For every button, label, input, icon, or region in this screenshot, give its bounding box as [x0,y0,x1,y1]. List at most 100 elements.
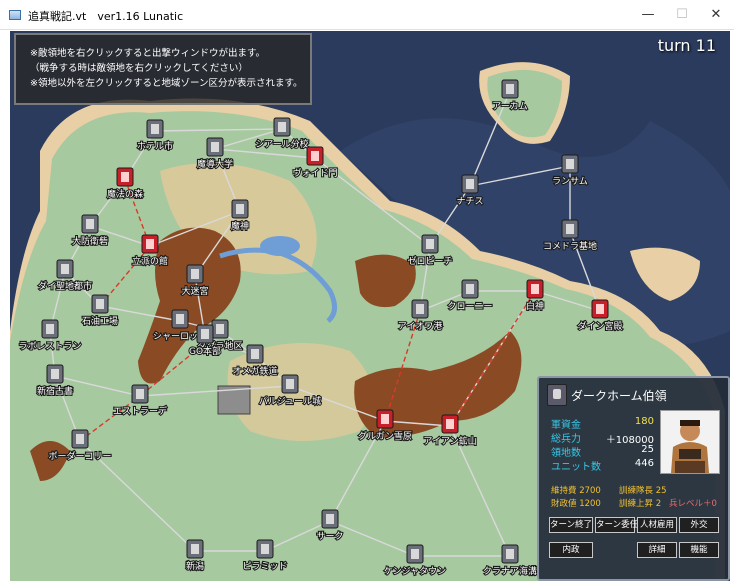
emblem-icon [76,434,84,444]
help-line-1: ※敵領地を右クリックすると出撃ウィンドウが出ます。 [30,48,266,59]
territory-label: 立派の館 [132,255,168,267]
emblem-icon [566,224,574,234]
emblem-icon [191,269,199,279]
emblem-icon [416,304,424,314]
territory-label: エストラーデ [113,405,167,417]
territory-label: コメドラ基地 [543,240,597,252]
territory-label: ピラミッド [242,561,287,572]
territory-label: 石油工場 [82,315,118,327]
territory-28[interactable]: 白神 [525,279,545,313]
minimize-button[interactable]: — [631,0,665,30]
stat-label-funds: 軍資金 [551,420,581,431]
territory-label: アーカム [492,101,527,112]
emblem-icon [201,329,209,339]
emblem-icon [236,204,244,214]
territory-label: ダイ聖地都市 [38,280,92,292]
territory-label: クローニー [447,301,492,312]
stat-label-territories: 領地数 [551,448,581,459]
domestic-button[interactable]: 内政 [549,542,593,558]
emblem-icon [466,284,474,294]
game-viewport[interactable]: ホテル市 シアール分校 魔法の森 魔導大学 大防衛砦 魔神 ヴォイド門 立派の館 ダイ聖地都市ラ… [10,31,730,581]
close-button[interactable]: ✕ [699,0,733,30]
emblem-icon [146,239,154,249]
emblem-icon [121,172,129,182]
diplomacy-button[interactable]: 外交 [679,517,719,533]
emblem-icon [326,514,334,524]
emblem-icon [411,549,419,559]
faction-flag-icon [547,384,567,406]
emblem-icon [151,124,159,134]
end-turn-button[interactable]: ターン終了 [549,517,593,533]
emblem-icon [51,369,59,379]
territory-label: 魔神 [231,220,249,232]
upkeep: 維持費 2700 [551,486,601,496]
emblem-icon [46,324,54,334]
emblem-icon [426,239,434,249]
territory-label: グルガン雪原 [358,430,412,442]
territory-label: GO本部 [189,345,221,357]
portrait-art [661,411,719,473]
faction-info-panel: ダークホーム伯領 軍資金 180 総兵力 ＋108000 領地数 25 ユニット… [537,376,730,581]
territory-label: ダイン宮殿 [577,320,622,332]
emblem-icon [216,324,224,334]
territory-label: ケンジャタウン [384,566,446,577]
emblem-icon [311,151,319,161]
territory-label: パルジュール城 [259,396,321,407]
territory-label: シアール分校 [255,138,308,150]
emblem-icon [136,389,144,399]
emblem-icon [96,299,104,309]
help-line-3: ※領地以外を左クリックすると地域ゾーン区分が表示されます。 [30,78,303,89]
emblem-icon [191,544,199,554]
territory-label: 新宿古書 [37,385,73,397]
territory-label: 魔導大学 [197,158,233,170]
emblem-icon [211,142,219,152]
hire-button[interactable]: 人材雇用 [637,517,677,533]
territory-label: 大迷宮 [181,285,208,297]
emblem-icon [596,304,604,314]
territory-label: アイオワ港 [398,320,443,332]
territory-label: 新潟 [186,560,204,572]
emblem-icon [261,544,269,554]
emblem-icon [446,419,454,429]
lake [260,236,300,256]
emblem-icon [176,314,184,324]
functions-button[interactable]: 機能 [679,542,719,558]
emblem-icon [251,349,259,359]
territory-label: ナチス [456,196,483,207]
territory-5[interactable]: 魔神 [230,199,250,233]
emblem-icon [381,414,389,424]
window-title: 追真戦記.vt ver1.16 Lunatic [28,10,184,23]
territory-label: オメガ鉄道 [232,365,277,377]
territory-label: ラボレストラン [18,341,81,352]
territory-label: 白神 [526,300,544,312]
stat-value-units: 446 [634,458,654,469]
faction-name: ダークホーム伯領 [571,389,667,403]
income: 財政値 1200 [551,499,601,509]
emblem-icon [61,264,69,274]
emblem-icon [506,549,514,559]
emblem-icon [278,122,286,132]
emblem-icon [86,219,94,229]
window-titlebar: 追真戦記.vt ver1.16 Lunatic — ☐ ✕ [0,0,734,30]
emblem-icon [466,179,474,189]
territory-label: 大防衛砦 [72,235,108,247]
territory-label: ボーダーコリー [48,450,111,462]
stat-value-territories: 25 [641,444,654,455]
territory-label: サーク [316,531,343,542]
lord-portrait [660,410,720,474]
territory-label: アイアン鉱山 [423,435,476,447]
delegate-turn-button[interactable]: ターン委任 [595,517,638,533]
maximize-button[interactable]: ☐ [665,0,699,30]
territory-31[interactable]: 新潟 [185,539,205,573]
emblem-icon [506,84,514,94]
territory-label: ゼロビーチ [407,255,452,267]
stat-label-troops: 総兵力 [551,434,581,445]
app-icon [9,10,21,20]
emblem-icon [566,159,574,169]
stat-value-funds: 180 [634,416,654,427]
territory-label: ランサム [552,176,588,187]
help-line-2: （戦争する時は敵領地を右クリックしてください） [30,63,248,74]
details-button[interactable]: 詳細 [637,542,677,558]
help-box: ※敵領地を右クリックすると出撃ウィンドウが出ます。 （戦争する時は敵領地を右クリ… [14,33,312,105]
training-captain: 訓練隊長 25 [619,486,667,496]
